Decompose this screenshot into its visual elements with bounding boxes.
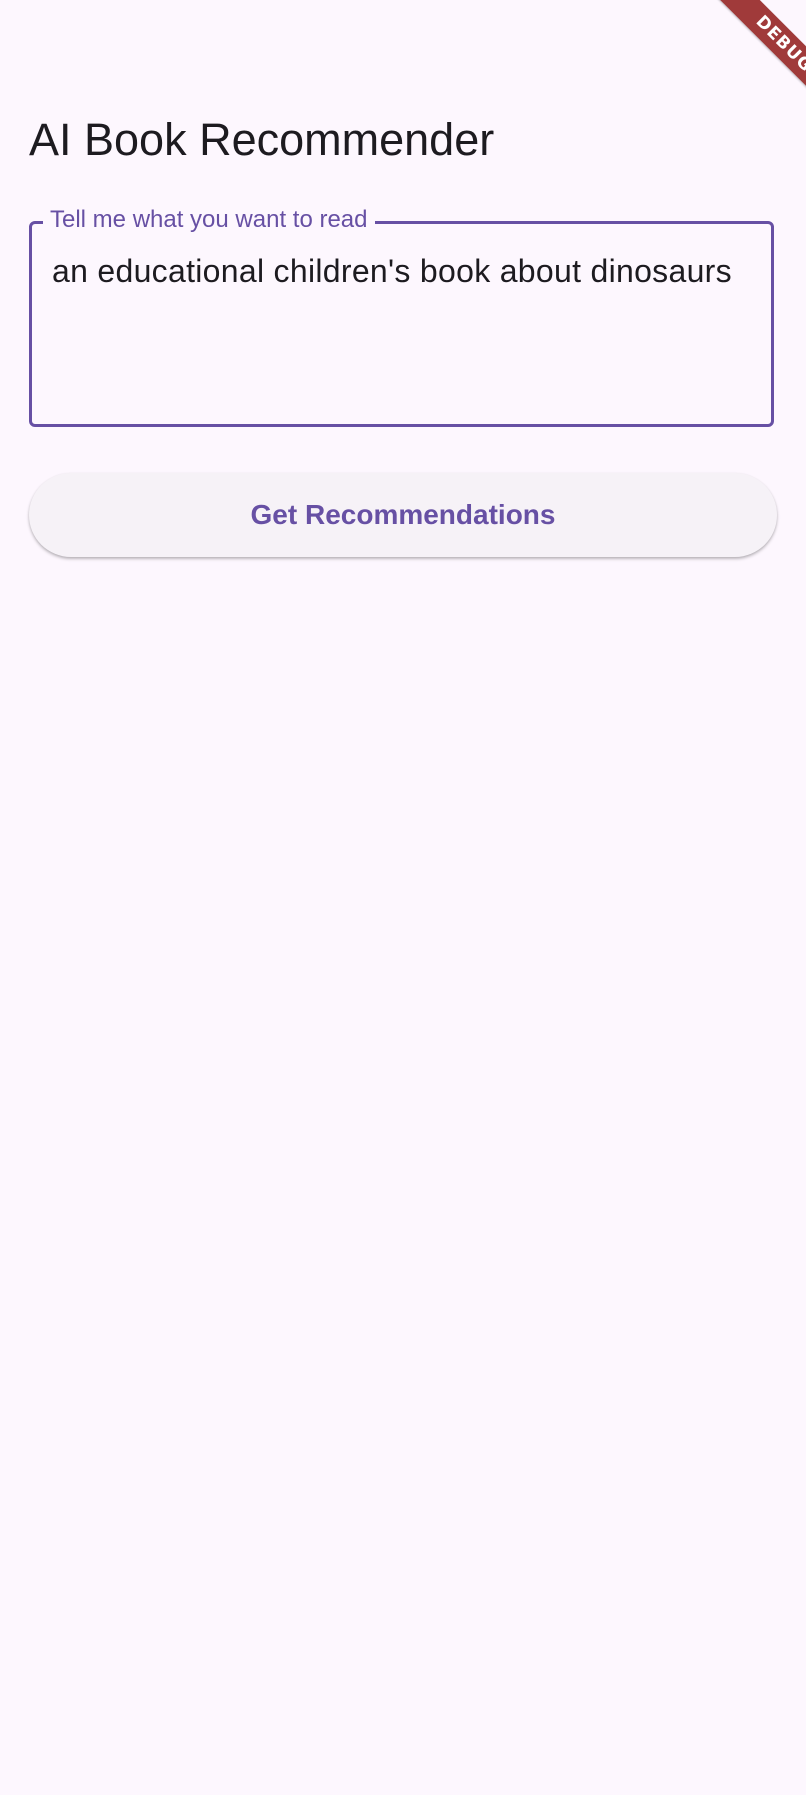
debug-banner: DEBUG <box>686 0 806 120</box>
get-recommendations-button[interactable]: Get Recommendations <box>29 473 777 557</box>
app-screen: AI Book Recommender Tell me what you wan… <box>0 0 806 1795</box>
get-recommendations-label: Get Recommendations <box>250 499 556 530</box>
page-title: AI Book Recommender <box>29 114 495 165</box>
book-request-label: Tell me what you want to read <box>43 202 375 238</box>
book-request-value[interactable]: an educational children's book about din… <box>52 246 742 296</box>
book-request-input[interactable]: Tell me what you want to read an educati… <box>29 202 774 427</box>
debug-banner-label: DEBUG <box>710 0 806 118</box>
